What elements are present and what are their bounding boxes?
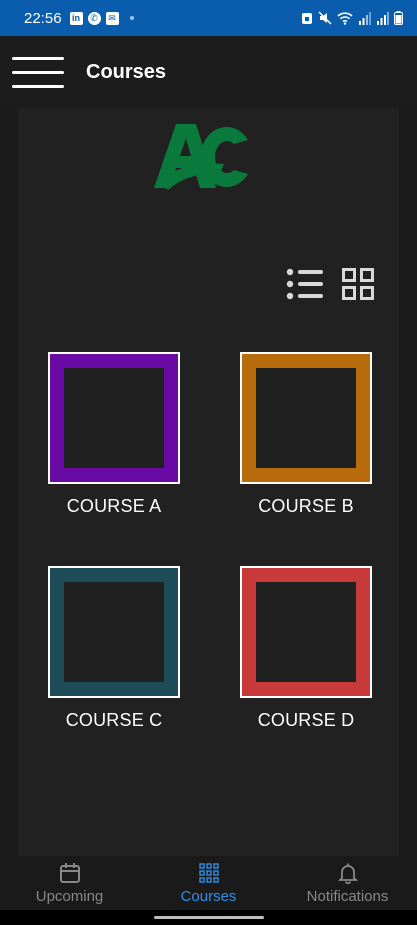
linkedin-icon: in bbox=[69, 11, 83, 25]
course-card-d[interactable]: COURSE D bbox=[240, 566, 372, 731]
mail-icon: ✉ bbox=[105, 11, 119, 25]
nav-label: Courses bbox=[180, 887, 237, 905]
home-indicator[interactable] bbox=[154, 916, 264, 919]
app-bar: Courses bbox=[0, 36, 417, 108]
nav-tab-courses[interactable]: Courses bbox=[139, 856, 278, 910]
alarm-icon bbox=[302, 13, 312, 24]
signal-icon bbox=[377, 11, 389, 25]
bottom-nav: Upcoming Courses Notifications bbox=[0, 856, 417, 910]
gesture-bar bbox=[0, 910, 417, 925]
ac-logo bbox=[154, 124, 248, 190]
page-title: Courses bbox=[86, 60, 167, 83]
nav-label: Upcoming bbox=[35, 887, 104, 905]
course-label: COURSE B bbox=[258, 496, 354, 516]
main-content: COURSE A COURSE B COURSE C COURSE D bbox=[18, 108, 399, 856]
course-label: COURSE A bbox=[66, 496, 162, 516]
grid-view-icon[interactable] bbox=[342, 268, 374, 300]
course-tile[interactable] bbox=[240, 566, 372, 698]
course-card-b[interactable]: COURSE B bbox=[240, 352, 372, 517]
course-label: COURSE D bbox=[257, 710, 355, 730]
signal-icon bbox=[359, 11, 371, 25]
nav-label: Notifications bbox=[306, 887, 389, 905]
course-card-c[interactable]: COURSE C bbox=[48, 566, 180, 731]
whatsapp-icon: ✆ bbox=[87, 11, 101, 25]
course-tile[interactable] bbox=[240, 352, 372, 484]
battery-icon bbox=[394, 11, 403, 25]
list-view-icon[interactable] bbox=[286, 268, 324, 300]
nav-tab-upcoming[interactable]: Upcoming bbox=[0, 856, 139, 910]
status-bar: 22:56 in ✆ ✉ bbox=[0, 0, 417, 36]
calendar-icon bbox=[59, 862, 80, 883]
course-card-a[interactable]: COURSE A bbox=[48, 352, 180, 517]
course-label: COURSE C bbox=[65, 710, 163, 730]
view-toggle bbox=[286, 268, 374, 300]
course-tile[interactable] bbox=[48, 566, 180, 698]
bell-icon bbox=[337, 863, 358, 884]
status-time: 22:56 bbox=[24, 9, 62, 27]
nav-tab-notifications[interactable]: Notifications bbox=[278, 856, 417, 910]
grid-dots-icon bbox=[198, 862, 219, 883]
course-tile[interactable] bbox=[48, 352, 180, 484]
mute-icon bbox=[318, 11, 332, 25]
wifi-icon bbox=[337, 11, 353, 25]
hamburger-menu-icon[interactable] bbox=[12, 55, 64, 89]
more-notifications-dot bbox=[129, 16, 134, 20]
